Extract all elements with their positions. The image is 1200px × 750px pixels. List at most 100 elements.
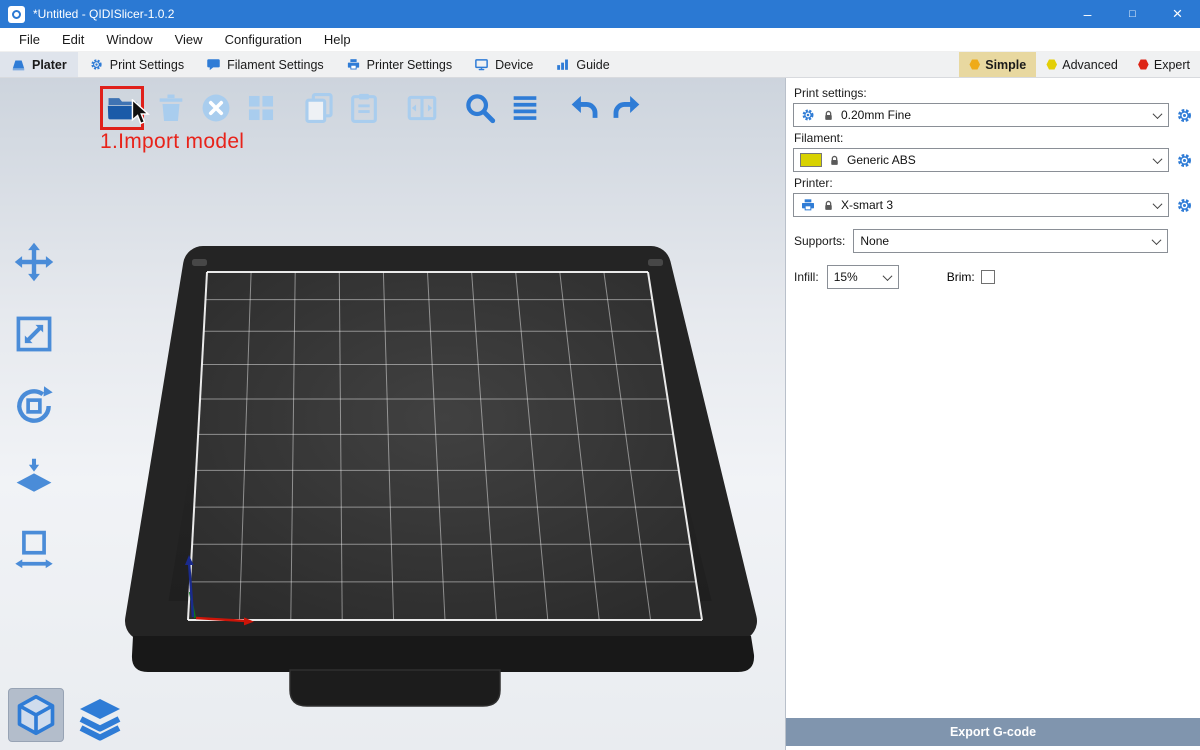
printer-gear-button[interactable] <box>1175 196 1194 215</box>
delete-all-button[interactable] <box>198 90 234 126</box>
print-settings-combo[interactable]: 0.20mm Fine <box>793 103 1169 127</box>
mode-advanced[interactable]: Advanced <box>1036 52 1128 77</box>
plater-3d-viewport[interactable]: 1.Import model <box>0 78 785 750</box>
tab-label: Guide <box>576 58 609 72</box>
gear-icon <box>800 107 816 123</box>
split-objects-button[interactable] <box>404 90 440 126</box>
place-on-face-button[interactable] <box>10 454 58 502</box>
variable-layer-height-button[interactable] <box>507 90 543 126</box>
window-title: *Untitled - QIDISlicer-1.0.2 <box>33 7 1065 21</box>
chevron-down-icon <box>882 271 892 281</box>
tab-label: Filament Settings <box>227 58 324 72</box>
menu-view[interactable]: View <box>164 28 214 51</box>
redo-button[interactable] <box>610 90 646 126</box>
chevron-down-icon <box>1153 154 1163 164</box>
mouse-cursor <box>131 99 151 125</box>
print-settings-label: Print settings: <box>794 86 1194 100</box>
object-manipulation-toolbar <box>10 238 58 574</box>
delete-button[interactable] <box>153 90 189 126</box>
infill-combo[interactable]: 15% <box>827 265 899 289</box>
printer-icon <box>800 197 816 213</box>
scale-tool-button[interactable] <box>10 310 58 358</box>
search-icon <box>463 91 497 125</box>
lock-icon <box>822 199 835 212</box>
scale-icon <box>12 312 56 356</box>
tab-filament-settings[interactable]: Filament Settings <box>195 52 335 77</box>
rotate-tool-button[interactable] <box>10 382 58 430</box>
filament-gear-button[interactable] <box>1175 151 1194 170</box>
tab-guide[interactable]: Guide <box>544 52 620 77</box>
title-bar[interactable]: *Untitled - QIDISlicer-1.0.2 – □ × <box>0 0 1200 28</box>
minimize-button[interactable]: – <box>1065 0 1110 28</box>
close-button[interactable]: × <box>1155 0 1200 28</box>
preview-layers-button[interactable] <box>76 694 124 742</box>
printer-icon <box>346 57 361 72</box>
settings-panel: Print settings: 0.20mm Fine Filament: Ge… <box>785 78 1200 750</box>
bed-plate-front <box>132 636 754 672</box>
tab-bar: Plater Print Settings Filament Settings … <box>0 52 1200 78</box>
supports-value: None <box>860 234 1147 248</box>
mode-label: Simple <box>985 58 1026 72</box>
mode-simple[interactable]: Simple <box>959 52 1036 77</box>
printer-value: X-smart 3 <box>841 198 1148 212</box>
copy-icon <box>302 91 336 125</box>
menu-window[interactable]: Window <box>95 28 163 51</box>
mode-label: Expert <box>1154 58 1190 72</box>
view-switcher <box>8 688 124 742</box>
plater-toolbar <box>100 86 646 130</box>
tab-plater[interactable]: Plater <box>0 52 78 77</box>
plater-icon <box>11 57 26 72</box>
menu-configuration[interactable]: Configuration <box>214 28 313 51</box>
supports-label: Supports: <box>794 234 845 248</box>
infill-label: Infill: <box>794 270 819 284</box>
paste-button[interactable] <box>346 90 382 126</box>
maximize-button[interactable]: □ <box>1110 0 1155 28</box>
infill-value: 15% <box>834 270 878 284</box>
bed-handle <box>290 670 500 706</box>
filament-label: Filament: <box>794 131 1194 145</box>
app-logo-icon <box>8 6 25 23</box>
lock-icon <box>822 109 835 122</box>
mode-expert[interactable]: Expert <box>1128 52 1200 77</box>
bed-clip-left <box>192 259 207 266</box>
cube-3d-icon <box>14 693 58 737</box>
undo-button[interactable] <box>565 90 601 126</box>
arrange-button[interactable] <box>243 90 279 126</box>
qidislicer-window: *Untitled - QIDISlicer-1.0.2 – □ × File … <box>0 0 1200 750</box>
menu-edit[interactable]: Edit <box>51 28 95 51</box>
bars-icon <box>555 57 570 72</box>
bed-clip-right <box>648 259 663 266</box>
filament-combo[interactable]: Generic ABS <box>793 148 1169 172</box>
split-window-icon <box>405 91 439 125</box>
menu-bar: File Edit Window View Configuration Help <box>0 28 1200 52</box>
menu-help[interactable]: Help <box>313 28 362 51</box>
move-tool-button[interactable] <box>10 238 58 286</box>
undo-arrow-icon <box>566 91 600 125</box>
measure-tool-button[interactable] <box>10 526 58 574</box>
printer-label: Printer: <box>794 176 1194 190</box>
tab-device[interactable]: Device <box>463 52 544 77</box>
gear-icon <box>89 57 104 72</box>
tab-print-settings[interactable]: Print Settings <box>78 52 195 77</box>
circle-x-icon <box>199 91 233 125</box>
export-gcode-button[interactable]: Export G-code <box>786 718 1200 746</box>
move-arrows-icon <box>12 240 56 284</box>
expert-mode-icon <box>1138 59 1149 70</box>
copy-button[interactable] <box>301 90 337 126</box>
printer-combo[interactable]: X-smart 3 <box>793 193 1169 217</box>
bed-grid-surface <box>188 272 702 620</box>
layer-lines-icon <box>508 91 542 125</box>
tab-printer-settings[interactable]: Printer Settings <box>335 52 463 77</box>
supports-combo[interactable]: None <box>853 229 1168 253</box>
brim-checkbox[interactable] <box>981 270 995 284</box>
chevron-down-icon <box>1152 235 1162 245</box>
menu-file[interactable]: File <box>8 28 51 51</box>
tab-label: Plater <box>32 58 67 72</box>
3d-editor-view-button[interactable] <box>8 688 64 742</box>
search-button[interactable] <box>462 90 498 126</box>
print-bed[interactable] <box>0 78 785 750</box>
print-settings-gear-button[interactable] <box>1175 106 1194 125</box>
filament-value: Generic ABS <box>847 153 1148 167</box>
advanced-mode-icon <box>1046 59 1057 70</box>
brim-label: Brim: <box>947 270 975 284</box>
